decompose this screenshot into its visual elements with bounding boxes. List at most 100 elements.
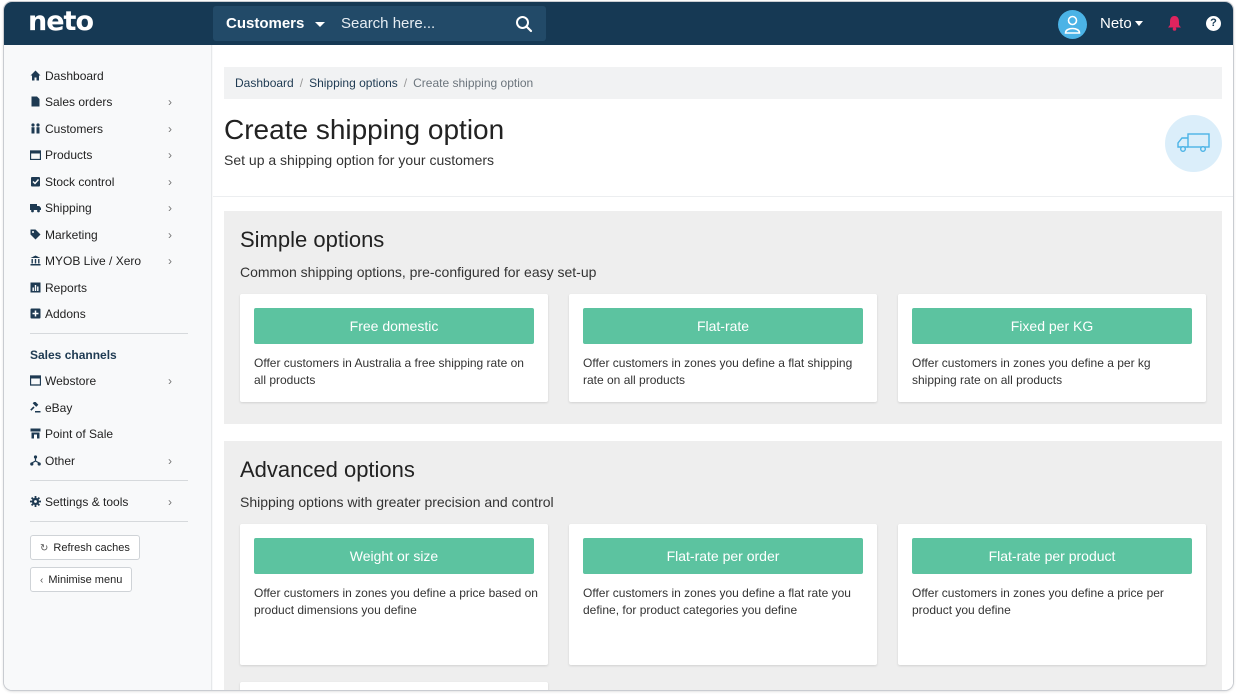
people-icon bbox=[31, 123, 40, 134]
gear-icon bbox=[30, 496, 41, 507]
option-card: Flat-rate per product Offer customers in… bbox=[898, 524, 1206, 665]
divider bbox=[213, 196, 1233, 197]
breadcrumb-separator: / bbox=[403, 76, 408, 90]
chevron-right-icon: › bbox=[168, 254, 172, 268]
section-title: Advanced options bbox=[240, 457, 415, 482]
sidebar-item-label: Webstore bbox=[45, 374, 97, 388]
sidebar-item-label: Settings & tools bbox=[45, 495, 129, 509]
chevron-right-icon: › bbox=[168, 201, 172, 215]
breadcrumb-link-dashboard[interactable]: Dashboard bbox=[235, 76, 294, 90]
tag-icon bbox=[30, 229, 41, 240]
breadcrumb-current: Create shipping option bbox=[413, 76, 534, 90]
chevron-down-icon[interactable] bbox=[315, 22, 325, 27]
page-subtitle: Set up a shipping option for your custom… bbox=[224, 152, 495, 168]
breadcrumb-link-shipping-options[interactable]: Shipping options bbox=[309, 76, 398, 90]
chevron-right-icon: › bbox=[168, 454, 172, 468]
sidebar-item-stock-control[interactable]: Stock control › bbox=[30, 171, 190, 193]
sidebar: Dashboard Sales orders › Customers › Pro… bbox=[4, 45, 212, 690]
gavel-icon bbox=[30, 402, 41, 413]
help-icon[interactable]: ? bbox=[1206, 16, 1221, 31]
sidebar-item-settings[interactable]: Settings & tools › bbox=[30, 491, 190, 513]
sidebar-item-label: Marketing bbox=[45, 228, 98, 242]
fixed-per-kg-button[interactable]: Fixed per KG bbox=[912, 308, 1192, 344]
main-content: Dashboard / Shipping options / Create shippi… bbox=[213, 45, 1233, 690]
sidebar-item-myob-xero[interactable]: MYOB Live / Xero › bbox=[30, 250, 190, 272]
sidebar-item-webstore[interactable]: Webstore › bbox=[30, 370, 190, 392]
sidebar-item-customers[interactable]: Customers › bbox=[30, 118, 190, 140]
app-window: neto Customers Neto ? Dashboard bbox=[4, 2, 1233, 690]
chevron-left-icon: ‹ bbox=[40, 574, 44, 586]
sidebar-item-label: Products bbox=[45, 148, 93, 162]
search-input[interactable] bbox=[341, 6, 511, 41]
breadcrumb: Dashboard / Shipping options / Create shippi… bbox=[224, 67, 1222, 99]
sidebar-item-label: Other bbox=[45, 454, 76, 468]
sidebar-item-shipping[interactable]: Shipping › bbox=[30, 197, 190, 219]
sidebar-item-label: Reports bbox=[45, 281, 88, 295]
sidebar-item-label: Dashboard bbox=[45, 69, 104, 83]
sidebar-item-products[interactable]: Products › bbox=[30, 144, 190, 166]
option-description: Offer customers in zones you define a pr… bbox=[912, 586, 1164, 617]
option-card: Flat-rate Offer customers in zones you d… bbox=[569, 294, 877, 402]
chevron-right-icon: › bbox=[168, 148, 172, 162]
browser-icon bbox=[30, 375, 41, 386]
sidebar-item-label: Customers bbox=[45, 122, 104, 136]
flat-rate-per-product-button[interactable]: Flat-rate per product bbox=[912, 538, 1192, 574]
avatar[interactable] bbox=[1058, 10, 1087, 39]
plus-square-icon bbox=[30, 308, 41, 319]
sidebar-item-addons[interactable]: Addons bbox=[30, 303, 190, 325]
chevron-right-icon: › bbox=[168, 95, 172, 109]
shipping-badge bbox=[1165, 115, 1222, 172]
sidebar-item-other[interactable]: Other › bbox=[30, 450, 190, 472]
bank-icon bbox=[30, 255, 41, 266]
sidebar-item-sales-orders[interactable]: Sales orders › bbox=[30, 91, 190, 113]
flat-rate-button[interactable]: Flat-rate bbox=[583, 308, 863, 344]
truck-icon bbox=[30, 204, 41, 213]
minimise-menu-button[interactable]: ‹ Minimise menu bbox=[30, 567, 133, 592]
sidebar-item-dashboard[interactable]: Dashboard bbox=[30, 65, 190, 87]
chevron-right-icon: › bbox=[168, 175, 172, 189]
option-description: Offer customers in zones you define a fl… bbox=[583, 586, 851, 617]
option-card-partial bbox=[240, 682, 548, 690]
bar-chart-icon bbox=[30, 282, 41, 293]
user-menu[interactable]: Neto bbox=[1100, 15, 1132, 32]
chevron-right-icon: › bbox=[168, 228, 172, 242]
flat-rate-per-order-button[interactable]: Flat-rate per order bbox=[583, 538, 863, 574]
sales-channels-heading: Sales channels bbox=[30, 348, 117, 362]
chevron-right-icon: › bbox=[168, 495, 172, 509]
search-scope-select[interactable]: Customers bbox=[226, 15, 304, 32]
search-icon[interactable] bbox=[515, 15, 533, 33]
sidebar-item-label: eBay bbox=[45, 401, 73, 415]
sidebar-item-label: MYOB Live / Xero bbox=[45, 254, 142, 268]
sidebar-item-ebay[interactable]: eBay bbox=[30, 397, 190, 419]
section-title: Simple options bbox=[240, 227, 385, 252]
chevron-right-icon: › bbox=[168, 122, 172, 136]
sidebar-item-label: Shipping bbox=[45, 201, 92, 215]
free-domestic-button[interactable]: Free domestic bbox=[254, 308, 534, 344]
clipboard-check-icon bbox=[31, 177, 40, 187]
document-icon bbox=[31, 96, 40, 107]
page-title: Create shipping option bbox=[224, 114, 505, 145]
refresh-caches-button[interactable]: ↻ Refresh caches bbox=[30, 535, 140, 560]
section-subtitle: Shipping options with greater precision … bbox=[240, 494, 554, 510]
breadcrumb-separator: / bbox=[299, 76, 304, 90]
bell-icon[interactable] bbox=[1167, 15, 1182, 31]
network-icon bbox=[30, 455, 41, 466]
box-icon bbox=[30, 150, 41, 160]
neto-logo[interactable]: neto bbox=[28, 6, 94, 37]
weight-or-size-button[interactable]: Weight or size bbox=[254, 538, 534, 574]
divider bbox=[30, 521, 188, 522]
section-subtitle: Common shipping options, pre-configured … bbox=[240, 264, 597, 280]
sidebar-item-reports[interactable]: Reports bbox=[30, 277, 190, 299]
chevron-down-icon[interactable] bbox=[1135, 21, 1143, 26]
divider bbox=[30, 333, 188, 334]
advanced-options-section: Advanced options Shipping options with g… bbox=[224, 441, 1222, 690]
chevron-right-icon: › bbox=[168, 374, 172, 388]
sidebar-item-label: Sales orders bbox=[45, 95, 113, 109]
option-description: Offer customers in Australia a free ship… bbox=[254, 356, 524, 387]
truck-icon bbox=[1177, 133, 1210, 152]
option-description: Offer customers in zones you define a fl… bbox=[583, 356, 853, 387]
search-bar: Customers bbox=[213, 6, 546, 41]
sidebar-item-marketing[interactable]: Marketing › bbox=[30, 224, 190, 246]
user-icon bbox=[1064, 15, 1081, 34]
sidebar-item-point-of-sale[interactable]: Point of Sale bbox=[30, 423, 190, 445]
